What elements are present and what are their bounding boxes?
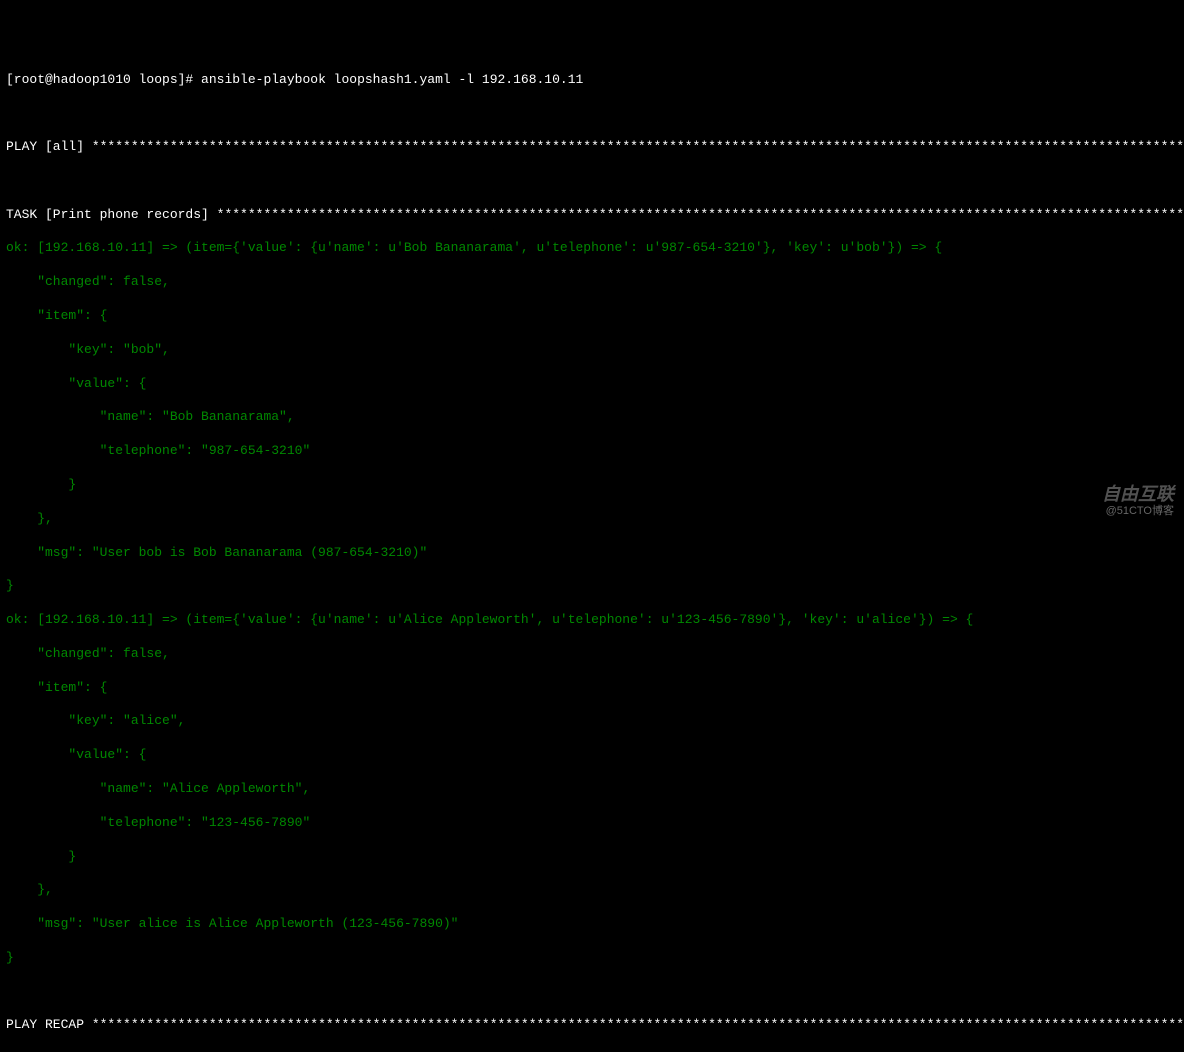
recap-host-line: 192.168.10.11 : ok=1 changed=0 unreachab… [6, 1051, 1178, 1052]
task-close-1: } [6, 578, 1178, 595]
play-header: PLAY [all] *****************************… [6, 139, 1178, 156]
task-changed-2: "changed": false, [6, 646, 1178, 663]
shell-command: ansible-playbook loopshash1.yaml -l 192.… [201, 72, 583, 87]
task-item-close-2: }, [6, 882, 1178, 899]
watermark-logo: 自由互联 [1102, 483, 1174, 506]
task-name-2: "name": "Alice Appleworth", [6, 781, 1178, 798]
recap-failed: failed=0 [498, 1051, 592, 1052]
task-key-1: "key": "bob", [6, 342, 1178, 359]
task-key-2: "key": "alice", [6, 713, 1178, 730]
watermark-text: @51CTO博客 [1106, 504, 1174, 518]
shell-prompt: [root@hadoop1010 loops]# [6, 72, 193, 87]
task-ok-line-2: ok: [192.168.10.11] => (item={'value': {… [6, 612, 1178, 629]
task-value-open-2: "value": { [6, 747, 1178, 764]
task-msg-2: "msg": "User alice is Alice Appleworth (… [6, 916, 1178, 933]
task-header: TASK [Print phone records] *************… [6, 207, 1178, 224]
recap-changed: changed=0 [263, 1051, 364, 1052]
task-telephone-1: "telephone": "987-654-3210" [6, 443, 1178, 460]
task-item-open-1: "item": { [6, 308, 1178, 325]
blank-line [6, 105, 1178, 122]
command-prompt-line: [root@hadoop1010 loops]# ansible-playboo… [6, 72, 1178, 89]
blank-line [6, 984, 1178, 1001]
blank-line [6, 173, 1178, 190]
recap-header: PLAY RECAP *****************************… [6, 1017, 1178, 1034]
task-name-1: "name": "Bob Bananarama", [6, 409, 1178, 426]
task-value-close-1: } [6, 477, 1178, 494]
task-close-2: } [6, 950, 1178, 967]
task-changed-1: "changed": false, [6, 274, 1178, 291]
recap-unreachable: unreachable=0 [365, 1051, 498, 1052]
recap-ok: ok=1 [232, 1051, 263, 1052]
task-value-close-2: } [6, 849, 1178, 866]
task-telephone-2: "telephone": "123-456-7890" [6, 815, 1178, 832]
task-msg-1: "msg": "User bob is Bob Bananarama (987-… [6, 545, 1178, 562]
recap-host: 192.168.10.11 [6, 1051, 107, 1052]
task-item-open-2: "item": { [6, 680, 1178, 697]
task-item-close-1: }, [6, 511, 1178, 528]
task-value-open-1: "value": { [6, 376, 1178, 393]
task-ok-line-1: ok: [192.168.10.11] => (item={'value': {… [6, 240, 1178, 257]
